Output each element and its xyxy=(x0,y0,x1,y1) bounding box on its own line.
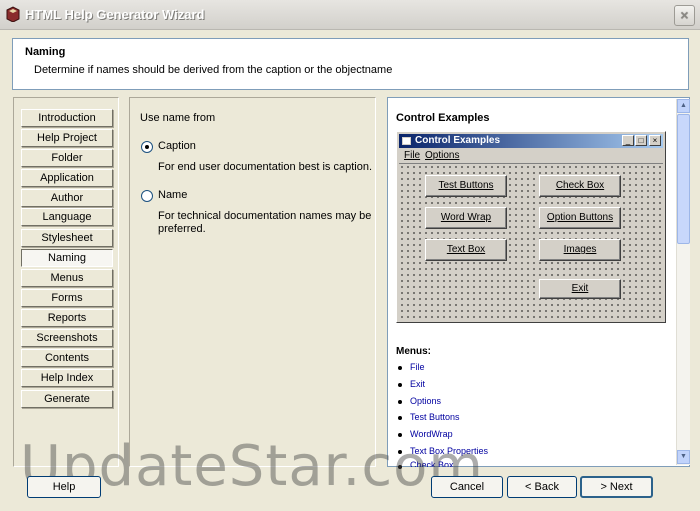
example-form-icon xyxy=(402,137,411,145)
nav-reports-button[interactable]: Reports xyxy=(21,309,113,327)
example-menu-bar: File Options xyxy=(399,149,663,163)
scroll-up-arrow-icon[interactable]: ▲ xyxy=(677,99,690,113)
minimize-icon: _ xyxy=(622,135,634,146)
example-menu-file: File xyxy=(404,150,421,161)
cancel-button[interactable]: Cancel xyxy=(431,476,503,498)
maximize-icon: □ xyxy=(635,135,647,146)
preview-panel: Control Examples Control Examples _ □ × … xyxy=(387,97,690,469)
example-test-buttons-button: Test Buttons xyxy=(425,175,507,197)
nav-help-index-button[interactable]: Help Index xyxy=(21,369,113,387)
nav-naming-button[interactable]: Naming xyxy=(21,249,113,267)
wizard-step-nav: Introduction Help Project Folder Applica… xyxy=(13,97,119,467)
menu-link-file[interactable]: File xyxy=(410,362,425,372)
scroll-down-arrow-icon[interactable]: ▼ xyxy=(677,450,690,464)
bullet-icon xyxy=(398,416,402,420)
example-menu-options: Options xyxy=(425,150,460,161)
use-name-from-label: Use name from xyxy=(140,112,216,124)
bullet-icon xyxy=(398,366,402,370)
example-images-button: Images xyxy=(539,239,621,261)
close-icon: × xyxy=(680,7,689,23)
example-window-title: Control Examples xyxy=(415,135,501,146)
menu-link-test-buttons[interactable]: Test Buttons xyxy=(410,412,460,422)
name-radio[interactable] xyxy=(141,190,153,202)
nav-folder-button[interactable]: Folder xyxy=(21,149,113,167)
caption-radio[interactable] xyxy=(141,141,153,153)
example-exit-button: Exit xyxy=(539,279,621,299)
nav-forms-button[interactable]: Forms xyxy=(21,289,113,307)
example-title-bar: Control Examples _ □ × xyxy=(399,134,663,148)
example-text-box-button: Text Box xyxy=(425,239,507,261)
app-book-icon xyxy=(6,6,20,22)
caption-radio-label[interactable]: Caption xyxy=(158,140,196,152)
nav-contents-button[interactable]: Contents xyxy=(21,349,113,367)
bullet-icon xyxy=(398,383,402,387)
example-check-box-button: Check Box xyxy=(539,175,621,197)
window-title: HTML Help Generator Wizard xyxy=(25,7,205,22)
name-description: For technical documentation names may be… xyxy=(158,210,372,235)
nav-author-button[interactable]: Author xyxy=(21,189,113,207)
naming-options-panel: Use name from Caption For end user docum… xyxy=(129,97,376,467)
example-option-buttons-button: Option Buttons xyxy=(539,207,621,229)
menu-link-exit[interactable]: Exit xyxy=(410,379,425,389)
example-word-wrap-button: Word Wrap xyxy=(425,207,507,229)
nav-stylesheet-button[interactable]: Stylesheet xyxy=(21,229,113,247)
help-button[interactable]: Help xyxy=(27,476,101,498)
preview-title: Control Examples xyxy=(396,112,490,124)
nav-introduction-button[interactable]: Introduction xyxy=(21,109,113,127)
preview-scrollbar[interactable]: ▲ ▼ xyxy=(676,99,690,465)
menu-link-options[interactable]: Options xyxy=(410,396,441,406)
step-title: Naming xyxy=(25,46,66,58)
nav-generate-button[interactable]: Generate xyxy=(21,390,113,408)
menus-heading: Menus: xyxy=(396,346,431,357)
name-radio-label[interactable]: Name xyxy=(158,189,187,201)
nav-help-project-button[interactable]: Help Project xyxy=(21,129,113,147)
example-form-window: Control Examples _ □ × File Options Test… xyxy=(396,131,666,323)
bullet-icon xyxy=(398,400,402,404)
scroll-thumb[interactable] xyxy=(677,114,690,244)
step-description: Determine if names should be derived fro… xyxy=(34,64,393,76)
nav-application-button[interactable]: Application xyxy=(21,169,113,187)
back-button[interactable]: < Back xyxy=(507,476,577,498)
nav-screenshots-button[interactable]: Screenshots xyxy=(21,329,113,347)
step-header: Naming Determine if names should be deri… xyxy=(12,38,689,90)
close-icon: × xyxy=(649,135,661,146)
nav-menus-button[interactable]: Menus xyxy=(21,269,113,287)
next-button[interactable]: > Next xyxy=(580,476,653,498)
title-bar: HTML Help Generator Wizard × xyxy=(0,0,700,30)
caption-description: For end user documentation best is capti… xyxy=(158,161,373,173)
example-form-grid: Test Buttons Check Box Word Wrap Option … xyxy=(399,163,663,320)
nav-language-button[interactable]: Language xyxy=(21,208,113,226)
close-button[interactable]: × xyxy=(674,5,695,26)
